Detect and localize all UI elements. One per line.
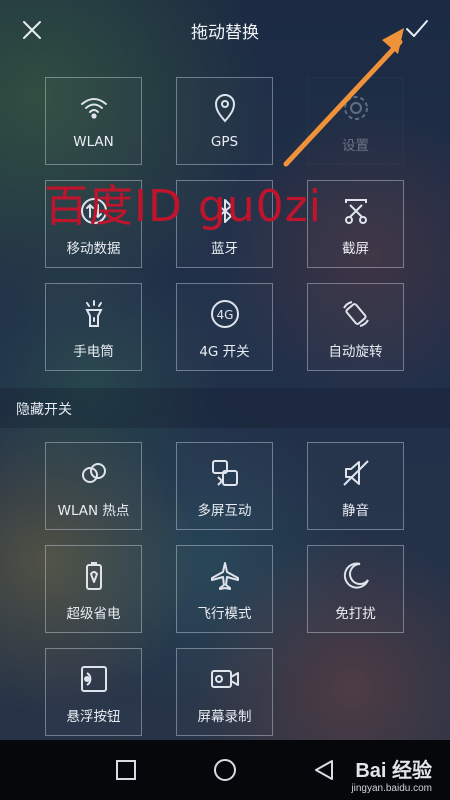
page-title: 拖动替换: [191, 23, 259, 43]
screenshot-scissors-icon: [340, 195, 372, 227]
tile-label: 截屏: [342, 241, 369, 257]
moon-icon: [340, 560, 372, 592]
tile-label: 蓝牙: [211, 241, 238, 257]
tile-gps[interactable]: GPS: [176, 77, 273, 165]
mute-icon: [340, 457, 372, 489]
tile-battery-saver[interactable]: 超级省电: [45, 545, 142, 633]
flashlight-icon: [78, 298, 110, 330]
tile-multi-screen[interactable]: 多屏互动: [176, 442, 273, 530]
tile-settings-placeholder[interactable]: 设置: [307, 77, 404, 165]
baidu-jingyan-logo: Bai 经验 jingyan.baidu.com: [351, 754, 432, 794]
multi-screen-icon: [209, 457, 241, 489]
tile-screen-record[interactable]: 屏幕录制: [176, 648, 273, 736]
tile-label: 多屏互动: [197, 503, 252, 519]
svg-text:4G: 4G: [216, 308, 233, 322]
tile-mute[interactable]: 静音: [307, 442, 404, 530]
gear-icon: [340, 92, 372, 124]
battery-saver-icon: [78, 560, 110, 592]
tile-auto-rotate[interactable]: 自动旋转: [307, 283, 404, 371]
brand-site: jingyan.baidu.com: [351, 783, 432, 794]
airplane-icon: [209, 560, 241, 592]
section-title: 隐藏开关: [16, 402, 72, 418]
tile-label: 悬浮按钮: [66, 709, 121, 725]
watermark-text: 百度ID gu0zi: [44, 181, 322, 232]
tile-flashlight[interactable]: 手电筒: [45, 283, 142, 371]
tile-wlan-hotspot[interactable]: WLAN 热点: [45, 442, 142, 530]
recents-square-icon[interactable]: [114, 758, 138, 782]
tile-4g[interactable]: 4G 4G 开关: [176, 283, 273, 371]
auto-rotate-icon: [340, 298, 372, 330]
back-triangle-icon[interactable]: [312, 758, 336, 782]
tile-label: 设置: [342, 138, 369, 154]
system-nav-bar: Bai 经验 jingyan.baidu.com: [0, 740, 450, 800]
tile-label: 免打扰: [335, 606, 376, 622]
home-circle-icon[interactable]: [213, 758, 237, 782]
tile-do-not-disturb[interactable]: 免打扰: [307, 545, 404, 633]
floating-button-icon: [78, 663, 110, 695]
4g-icon: 4G: [209, 298, 241, 330]
brand-name: Bai 经验: [355, 760, 432, 782]
screen-record-icon: [209, 663, 241, 695]
tile-floating-button[interactable]: 悬浮按钮: [45, 648, 142, 736]
check-icon[interactable]: [404, 16, 430, 42]
tile-airplane-mode[interactable]: 飞行模式: [176, 545, 273, 633]
tile-label: WLAN: [73, 134, 114, 150]
tile-label: 4G 开关: [199, 344, 250, 360]
tile-label: 屏幕录制: [197, 709, 252, 725]
tile-label: 自动旋转: [328, 344, 383, 360]
wifi-icon: [78, 92, 110, 124]
tile-label: GPS: [210, 134, 239, 150]
tile-label: 静音: [342, 503, 369, 519]
hidden-section-header: 隐藏开关: [0, 388, 450, 428]
tile-label: 飞行模式: [197, 606, 252, 622]
top-bar: 拖动替换: [0, 0, 450, 60]
location-pin-icon: [209, 92, 241, 124]
tile-wlan[interactable]: WLAN: [45, 77, 142, 165]
hotspot-link-icon: [78, 457, 110, 489]
tile-label: WLAN 热点: [57, 503, 130, 519]
tile-label: 移动数据: [66, 241, 121, 257]
tile-label: 超级省电: [66, 606, 121, 622]
tile-label: 手电筒: [73, 344, 114, 360]
